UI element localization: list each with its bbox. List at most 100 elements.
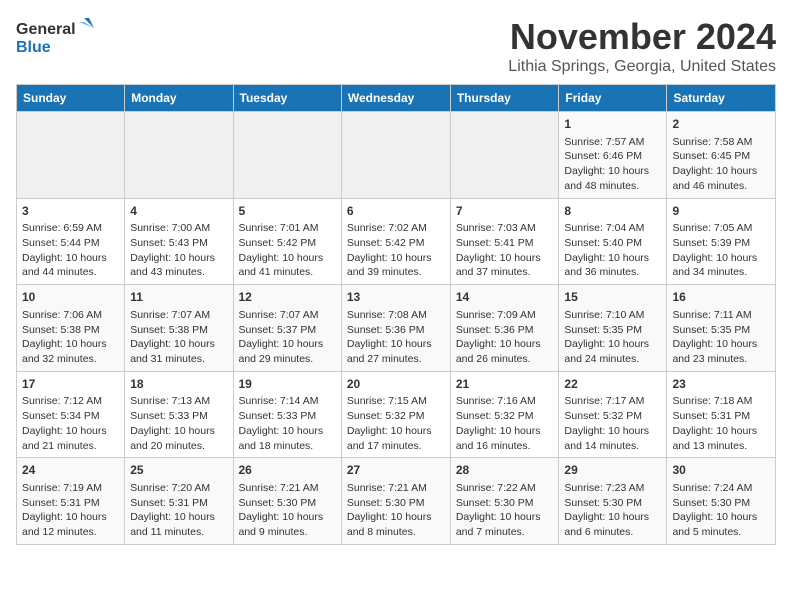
calendar-cell: 2 Sunrise: 7:58 AM Sunset: 6:45 PM Daylig…	[667, 112, 776, 199]
day-number: 21	[456, 376, 554, 393]
day-number: 27	[347, 462, 445, 479]
calendar-cell: 29 Sunrise: 7:23 AM Sunset: 5:30 PM Dayli…	[559, 458, 667, 545]
calendar-cell: 24Sunrise: 7:19 AM Sunset: 5:31 PM Dayli…	[17, 458, 125, 545]
logo: General Blue	[16, 16, 96, 60]
calendar-cell: 4Sunrise: 7:00 AM Sunset: 5:43 PM Daylig…	[125, 198, 233, 285]
calendar-cell: 7Sunrise: 7:03 AM Sunset: 5:41 PM Daylig…	[450, 198, 559, 285]
day-info: Sunrise: 7:23 AM Sunset: 5:30 PM Dayligh…	[564, 481, 661, 540]
location-subtitle: Lithia Springs, Georgia, United States	[508, 58, 776, 76]
day-info: Sunrise: 7:13 AM Sunset: 5:33 PM Dayligh…	[130, 394, 227, 453]
day-number: 14	[456, 289, 554, 306]
day-number: 18	[130, 376, 227, 393]
day-number: 11	[130, 289, 227, 306]
day-info: Sunrise: 7:18 AM Sunset: 5:31 PM Dayligh…	[672, 394, 770, 453]
calendar-cell	[341, 112, 450, 199]
day-info: Sunrise: 7:58 AM Sunset: 6:45 PM Dayligh…	[672, 135, 770, 194]
day-info: Sunrise: 7:00 AM Sunset: 5:43 PM Dayligh…	[130, 221, 227, 280]
calendar-cell: 1 Sunrise: 7:57 AM Sunset: 6:46 PM Daylig…	[559, 112, 667, 199]
day-number: 9	[672, 203, 770, 220]
calendar-table: SundayMondayTuesdayWednesdayThursdayFrid…	[16, 84, 776, 545]
logo-svg: General Blue	[16, 16, 96, 60]
day-number: 15	[564, 289, 661, 306]
weekday-header-row: SundayMondayTuesdayWednesdayThursdayFrid…	[17, 85, 776, 112]
day-info: Sunrise: 7:03 AM Sunset: 5:41 PM Dayligh…	[456, 221, 554, 280]
day-number: 26	[239, 462, 336, 479]
calendar-cell: 8Sunrise: 7:04 AM Sunset: 5:40 PM Daylig…	[559, 198, 667, 285]
page-header: General Blue November 2024 Lithia Spring…	[16, 16, 776, 76]
calendar-row-4: 24Sunrise: 7:19 AM Sunset: 5:31 PM Dayli…	[17, 458, 776, 545]
day-number: 19	[239, 376, 336, 393]
day-info: Sunrise: 7:09 AM Sunset: 5:36 PM Dayligh…	[456, 308, 554, 367]
day-info: Sunrise: 7:06 AM Sunset: 5:38 PM Dayligh…	[22, 308, 119, 367]
day-number: 30	[672, 462, 770, 479]
day-info: Sunrise: 7:21 AM Sunset: 5:30 PM Dayligh…	[347, 481, 445, 540]
calendar-cell: 25 Sunrise: 7:20 AM Sunset: 5:31 PM Dayli…	[125, 458, 233, 545]
day-info: Sunrise: 7:17 AM Sunset: 5:32 PM Dayligh…	[564, 394, 661, 453]
calendar-cell: 18Sunrise: 7:13 AM Sunset: 5:33 PM Dayli…	[125, 371, 233, 458]
day-info: Sunrise: 7:08 AM Sunset: 5:36 PM Dayligh…	[347, 308, 445, 367]
calendar-row-0: 1 Sunrise: 7:57 AM Sunset: 6:46 PM Daylig…	[17, 112, 776, 199]
calendar-cell: 3Sunrise: 6:59 AM Sunset: 5:44 PM Daylig…	[17, 198, 125, 285]
svg-text:Blue: Blue	[16, 39, 51, 56]
day-info: Sunrise: 6:59 AM Sunset: 5:44 PM Dayligh…	[22, 221, 119, 280]
day-number: 1	[564, 116, 661, 133]
day-info: Sunrise: 7:20 AM Sunset: 5:31 PM Dayligh…	[130, 481, 227, 540]
month-title: November 2024	[508, 16, 776, 58]
day-number: 29	[564, 462, 661, 479]
calendar-cell: 14 Sunrise: 7:09 AM Sunset: 5:36 PM Dayli…	[450, 285, 559, 372]
day-number: 5	[239, 203, 336, 220]
day-number: 22	[564, 376, 661, 393]
weekday-header-monday: Monday	[125, 85, 233, 112]
day-info: Sunrise: 7:57 AM Sunset: 6:46 PM Dayligh…	[564, 135, 661, 194]
weekday-header-sunday: Sunday	[17, 85, 125, 112]
title-block: November 2024 Lithia Springs, Georgia, U…	[508, 16, 776, 76]
day-info: Sunrise: 7:07 AM Sunset: 5:38 PM Dayligh…	[130, 308, 227, 367]
day-info: Sunrise: 7:22 AM Sunset: 5:30 PM Dayligh…	[456, 481, 554, 540]
calendar-cell: 10 Sunrise: 7:06 AM Sunset: 5:38 PM Dayli…	[17, 285, 125, 372]
day-number: 8	[564, 203, 661, 220]
day-number: 23	[672, 376, 770, 393]
day-number: 10	[22, 289, 119, 306]
calendar-cell: 17Sunrise: 7:12 AM Sunset: 5:34 PM Dayli…	[17, 371, 125, 458]
calendar-row-3: 17Sunrise: 7:12 AM Sunset: 5:34 PM Dayli…	[17, 371, 776, 458]
svg-text:General: General	[16, 21, 76, 38]
day-info: Sunrise: 7:14 AM Sunset: 5:33 PM Dayligh…	[239, 394, 336, 453]
calendar-cell: 12Sunrise: 7:07 AM Sunset: 5:37 PM Dayli…	[233, 285, 341, 372]
calendar-cell: 27 Sunrise: 7:21 AM Sunset: 5:30 PM Dayli…	[341, 458, 450, 545]
day-info: Sunrise: 7:02 AM Sunset: 5:42 PM Dayligh…	[347, 221, 445, 280]
calendar-cell: 11 Sunrise: 7:07 AM Sunset: 5:38 PM Dayli…	[125, 285, 233, 372]
calendar-cell: 20Sunrise: 7:15 AM Sunset: 5:32 PM Dayli…	[341, 371, 450, 458]
calendar-cell: 30 Sunrise: 7:24 AM Sunset: 5:30 PM Dayli…	[667, 458, 776, 545]
weekday-header-thursday: Thursday	[450, 85, 559, 112]
day-number: 13	[347, 289, 445, 306]
day-info: Sunrise: 7:10 AM Sunset: 5:35 PM Dayligh…	[564, 308, 661, 367]
day-number: 25	[130, 462, 227, 479]
weekday-header-friday: Friday	[559, 85, 667, 112]
day-info: Sunrise: 7:01 AM Sunset: 5:42 PM Dayligh…	[239, 221, 336, 280]
calendar-cell	[233, 112, 341, 199]
day-number: 20	[347, 376, 445, 393]
day-info: Sunrise: 7:05 AM Sunset: 5:39 PM Dayligh…	[672, 221, 770, 280]
day-info: Sunrise: 7:07 AM Sunset: 5:37 PM Dayligh…	[239, 308, 336, 367]
day-number: 6	[347, 203, 445, 220]
weekday-header-tuesday: Tuesday	[233, 85, 341, 112]
day-info: Sunrise: 7:12 AM Sunset: 5:34 PM Dayligh…	[22, 394, 119, 453]
calendar-row-1: 3Sunrise: 6:59 AM Sunset: 5:44 PM Daylig…	[17, 198, 776, 285]
day-number: 17	[22, 376, 119, 393]
calendar-cell	[450, 112, 559, 199]
calendar-cell: 21Sunrise: 7:16 AM Sunset: 5:32 PM Dayli…	[450, 371, 559, 458]
day-number: 4	[130, 203, 227, 220]
calendar-cell	[17, 112, 125, 199]
calendar-cell: 5Sunrise: 7:01 AM Sunset: 5:42 PM Daylig…	[233, 198, 341, 285]
day-number: 2	[672, 116, 770, 133]
calendar-row-2: 10 Sunrise: 7:06 AM Sunset: 5:38 PM Dayli…	[17, 285, 776, 372]
calendar-cell: 9Sunrise: 7:05 AM Sunset: 5:39 PM Daylig…	[667, 198, 776, 285]
day-info: Sunrise: 7:24 AM Sunset: 5:30 PM Dayligh…	[672, 481, 770, 540]
calendar-cell: 26 Sunrise: 7:21 AM Sunset: 5:30 PM Dayli…	[233, 458, 341, 545]
calendar-cell: 22Sunrise: 7:17 AM Sunset: 5:32 PM Dayli…	[559, 371, 667, 458]
day-info: Sunrise: 7:15 AM Sunset: 5:32 PM Dayligh…	[347, 394, 445, 453]
calendar-cell: 13 Sunrise: 7:08 AM Sunset: 5:36 PM Dayli…	[341, 285, 450, 372]
day-info: Sunrise: 7:11 AM Sunset: 5:35 PM Dayligh…	[672, 308, 770, 367]
calendar-cell: 16Sunrise: 7:11 AM Sunset: 5:35 PM Dayli…	[667, 285, 776, 372]
day-info: Sunrise: 7:21 AM Sunset: 5:30 PM Dayligh…	[239, 481, 336, 540]
